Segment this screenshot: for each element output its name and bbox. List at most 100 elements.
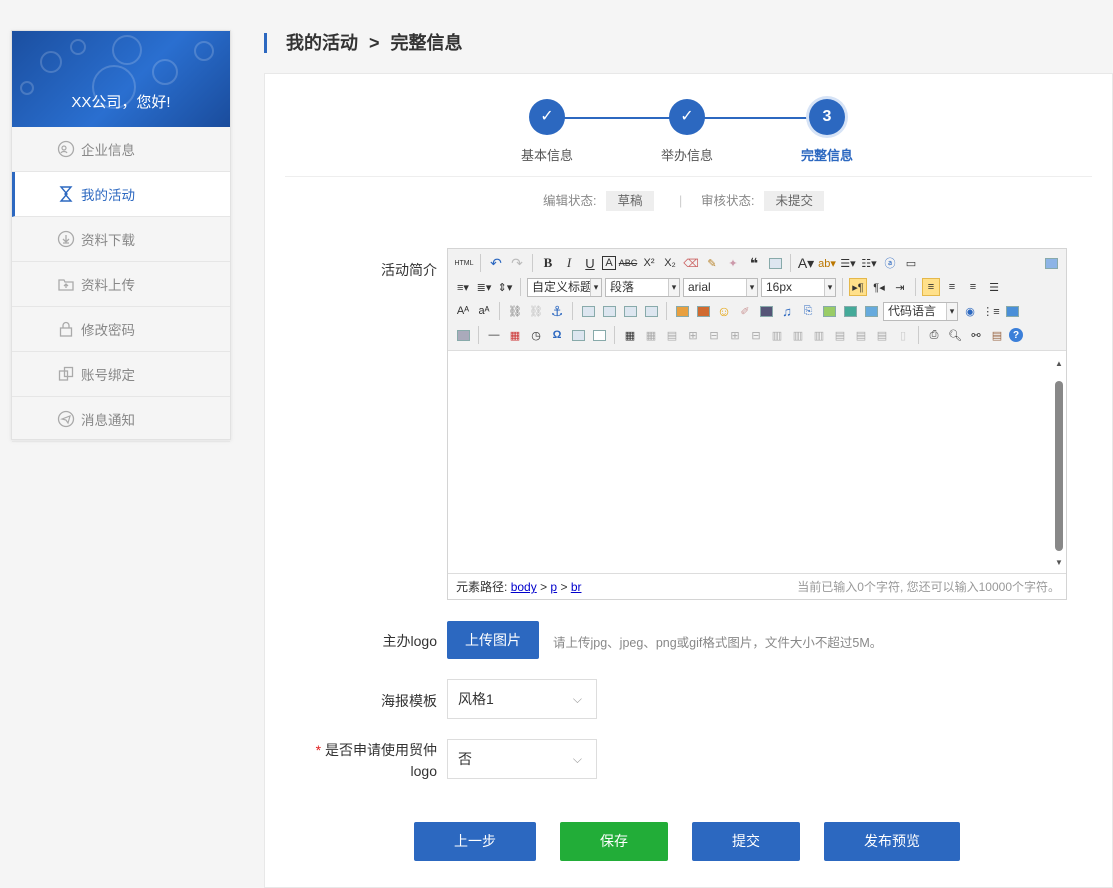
sidebar-item-download[interactable]: 资料下载 xyxy=(12,217,230,262)
row-spacing-bottom-icon[interactable]: ≣▾ xyxy=(475,278,493,296)
format-brush-icon[interactable]: ✎ xyxy=(703,254,721,272)
font-family-select[interactable]: arial xyxy=(683,277,758,297)
page-break-icon[interactable]: ◉ xyxy=(961,302,979,320)
save-button[interactable]: 保存 xyxy=(560,822,668,861)
case-upper-icon[interactable]: Aᴬ xyxy=(454,302,472,320)
rich-text-editor[interactable]: HTML ↶ ↷ B I U A ABC X² X₂ ⌫ ✎ ✦ ❝ A▾ ab… xyxy=(447,248,1067,600)
map-icon[interactable] xyxy=(820,302,838,320)
paragraph-select[interactable]: 段落 xyxy=(605,277,680,297)
apply-logo-select[interactable]: 否 ⌵ xyxy=(447,739,597,779)
preview-icon[interactable]: 🔍︎ xyxy=(946,326,964,344)
insert-paragraph-before-table-icon[interactable]: ▤ xyxy=(663,326,681,344)
chart-icon[interactable]: ▯ xyxy=(894,326,912,344)
bold-icon[interactable]: B xyxy=(539,254,557,272)
ordered-list-icon[interactable]: ☰▾ xyxy=(839,254,857,272)
align-left-icon[interactable]: ≡ xyxy=(922,278,940,296)
clear-doc-icon[interactable]: ▭ xyxy=(902,254,920,272)
sidebar-item-account-binding[interactable]: 账号绑定 xyxy=(12,352,230,397)
upload-image-button[interactable]: 上传图片 xyxy=(447,621,539,659)
editor-content-area[interactable]: ▲ ▼ xyxy=(448,351,1066,573)
insert-row-icon[interactable]: ⊞ xyxy=(684,326,702,344)
undo-icon[interactable]: ↶ xyxy=(487,254,505,272)
split-cells-icon[interactable]: ▤ xyxy=(831,326,849,344)
delete-table-icon[interactable]: ▦ xyxy=(642,326,660,344)
publish-preview-button[interactable]: 发布预览 xyxy=(824,822,960,861)
sidebar-item-company-info[interactable]: 企业信息 xyxy=(12,127,230,172)
video-icon[interactable] xyxy=(757,302,775,320)
rtl-icon[interactable]: ¶◂ xyxy=(870,278,888,296)
link-insert-icon[interactable]: ⛓ xyxy=(506,302,524,320)
time-icon[interactable]: ◷ xyxy=(527,326,545,344)
background-color-icon[interactable]: ab▾ xyxy=(818,254,836,272)
italic-icon[interactable]: I xyxy=(560,254,578,272)
print-icon[interactable]: ⎙ xyxy=(925,326,943,344)
merge-down-icon[interactable]: ▥ xyxy=(810,326,828,344)
editor-scrollbar[interactable]: ▲ ▼ xyxy=(1054,359,1064,567)
music-icon[interactable]: ♫ xyxy=(778,302,796,320)
font-border-icon[interactable]: A xyxy=(602,256,616,270)
sidebar-item-my-activity[interactable]: 我的活动 xyxy=(12,172,230,217)
merge-cells-icon[interactable]: ▥ xyxy=(768,326,786,344)
fullscreen-icon[interactable] xyxy=(1042,254,1060,272)
multi-image-icon[interactable] xyxy=(694,302,712,320)
attachment-icon[interactable]: ⎘ xyxy=(799,302,817,320)
strikethrough-icon[interactable]: ABC xyxy=(619,254,638,272)
font-color-icon[interactable]: A▾ xyxy=(797,254,815,272)
unlink-icon[interactable]: ⛓ xyxy=(527,302,545,320)
path-p-link[interactable]: p xyxy=(550,580,557,594)
breadcrumb-parent[interactable]: 我的活动 xyxy=(286,33,358,53)
scroll-up-icon[interactable]: ▲ xyxy=(1054,359,1064,368)
align-right-icon[interactable]: ≡ xyxy=(964,278,982,296)
merge-right-icon[interactable]: ▥ xyxy=(789,326,807,344)
image-center-icon[interactable] xyxy=(642,302,660,320)
image-right-icon[interactable] xyxy=(621,302,639,320)
insert-table-icon[interactable]: ▦ xyxy=(621,326,639,344)
submit-button[interactable]: 提交 xyxy=(692,822,800,861)
scrawl-icon[interactable]: ✐ xyxy=(736,302,754,320)
font-size-select[interactable]: 16px xyxy=(761,277,836,297)
delete-col-icon[interactable]: ⊟ xyxy=(747,326,765,344)
background-icon[interactable] xyxy=(1003,302,1021,320)
align-center-icon[interactable]: ≡ xyxy=(943,278,961,296)
row-spacing-top-icon[interactable]: ≡▾ xyxy=(454,278,472,296)
sidebar-item-notifications[interactable]: 消息通知 xyxy=(12,397,230,442)
sidebar-item-change-password[interactable]: 修改密码 xyxy=(12,307,230,352)
word-image-icon[interactable] xyxy=(590,326,608,344)
path-br-link[interactable]: br xyxy=(571,580,582,594)
align-justify-icon[interactable]: ☰ xyxy=(985,278,1003,296)
superscript-icon[interactable]: X² xyxy=(640,254,658,272)
split-cols-icon[interactable]: ▤ xyxy=(873,326,891,344)
select-all-icon[interactable]: ⓐ xyxy=(881,254,899,272)
paste-plain-icon[interactable] xyxy=(766,254,784,272)
sidebar-item-upload[interactable]: 资料上传 xyxy=(12,262,230,307)
horizontal-rule-icon[interactable]: — xyxy=(485,326,503,344)
anchor-icon[interactable]: ⚓ xyxy=(548,302,566,320)
indent-icon[interactable]: ⇥ xyxy=(891,278,909,296)
split-rows-icon[interactable]: ▤ xyxy=(852,326,870,344)
redo-icon[interactable]: ↷ xyxy=(508,254,526,272)
image-none-icon[interactable] xyxy=(579,302,597,320)
ltr-icon[interactable]: ▸¶ xyxy=(849,278,867,296)
help-icon[interactable]: ? xyxy=(1009,328,1023,342)
code-language-select[interactable]: 代码语言 xyxy=(883,301,958,321)
image-icon[interactable] xyxy=(673,302,691,320)
image-left-icon[interactable] xyxy=(600,302,618,320)
case-lower-icon[interactable]: aᴬ xyxy=(475,302,493,320)
special-char-icon[interactable]: Ω xyxy=(548,326,566,344)
unordered-list-icon[interactable]: ☷▾ xyxy=(860,254,878,272)
frame-icon[interactable] xyxy=(862,302,880,320)
blockquote-icon[interactable]: ❝ xyxy=(745,254,763,272)
date-icon[interactable]: ▦ xyxy=(506,326,524,344)
drafts-icon[interactable]: ▤ xyxy=(988,326,1006,344)
subscript-icon[interactable]: X₂ xyxy=(661,254,679,272)
poster-template-select[interactable]: 风格1 ⌵ xyxy=(447,679,597,719)
auto-format-icon[interactable]: ✦ xyxy=(724,254,742,272)
scroll-down-icon[interactable]: ▼ xyxy=(1054,558,1064,567)
underline-icon[interactable]: U xyxy=(581,254,599,272)
scrollbar-thumb[interactable] xyxy=(1055,381,1063,551)
delete-row-icon[interactable]: ⊟ xyxy=(705,326,723,344)
snapscreen-icon[interactable] xyxy=(569,326,587,344)
path-body-link[interactable]: body xyxy=(511,580,537,594)
print-template-icon[interactable] xyxy=(454,326,472,344)
template-icon[interactable]: ⋮≡ xyxy=(982,302,1000,320)
